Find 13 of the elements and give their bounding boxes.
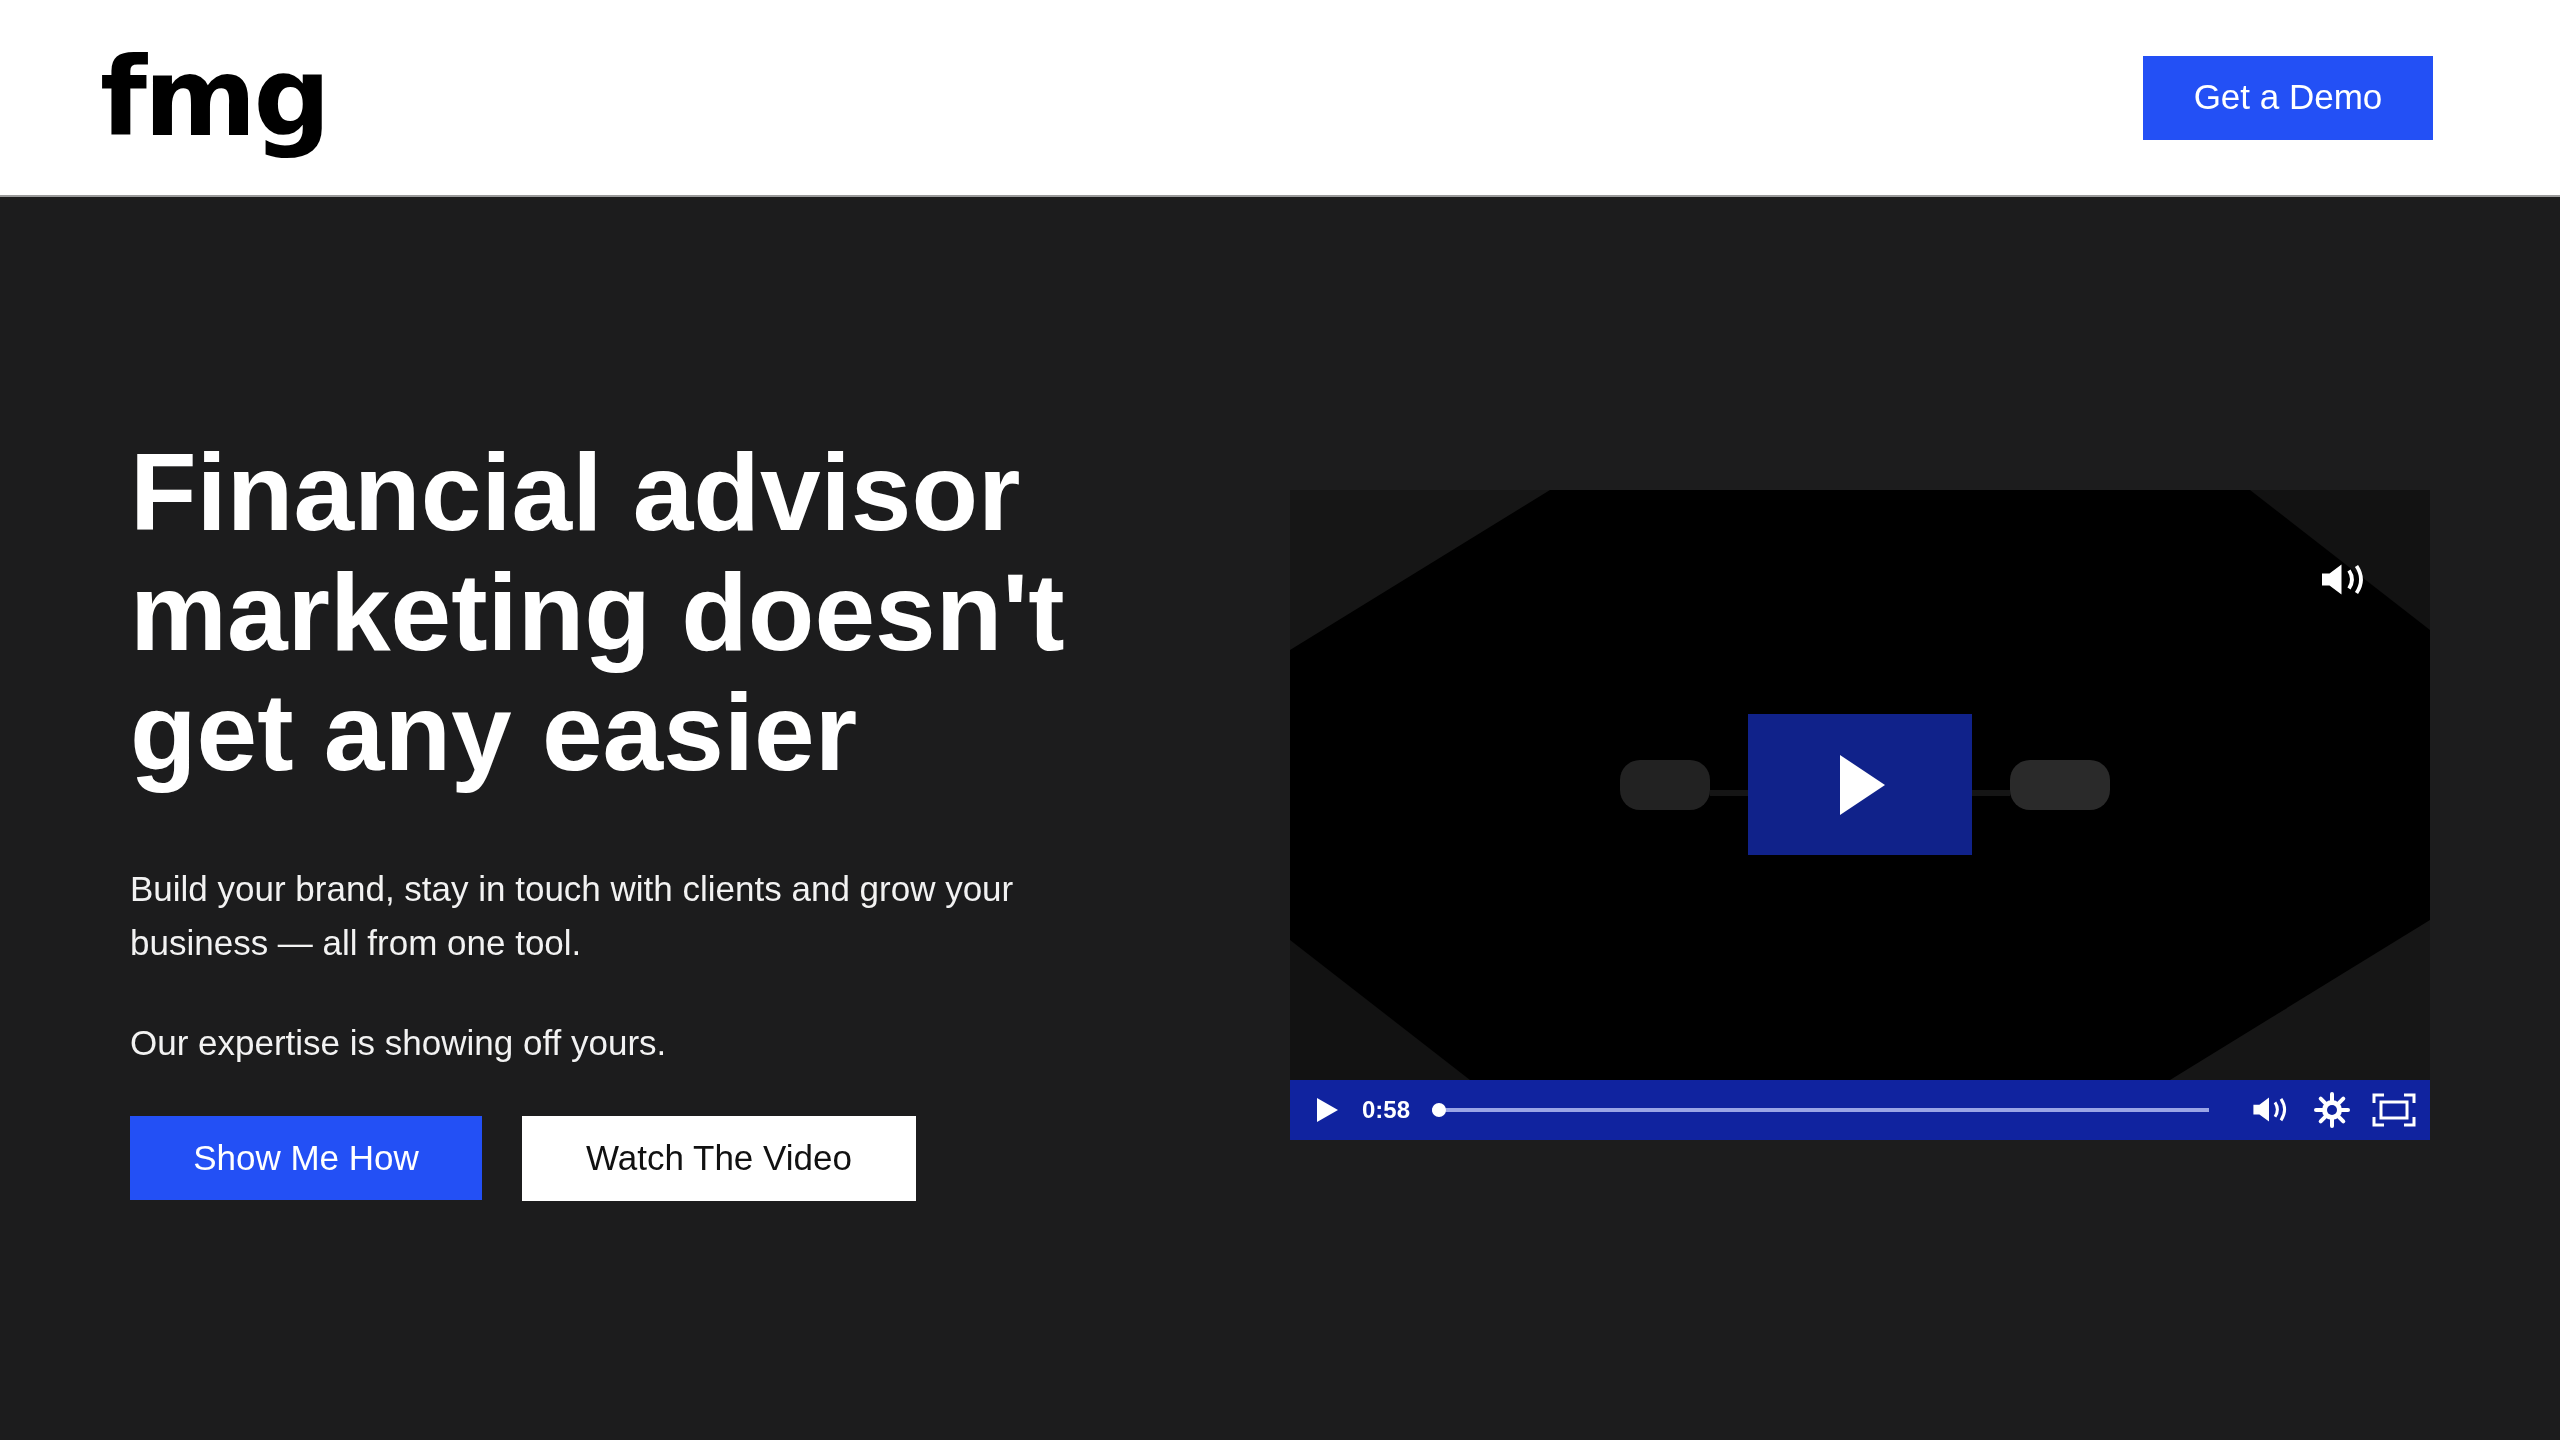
hero-text: Our expertise is showing off yours.	[130, 1022, 668, 1064]
get-demo-button[interactable]: Get a Demo	[2143, 55, 2433, 140]
watch-video-button[interactable]: Watch The Video	[522, 1116, 916, 1201]
settings-icon[interactable]	[2314, 1092, 2350, 1128]
show-me-how-button[interactable]: Show Me How	[130, 1116, 482, 1200]
hero-heading: Financial advisor marketing doesn't get any easier	[130, 432, 1066, 792]
hero-text: Build your brand, stay in touch with clients and grow your business — all from one tool.	[130, 868, 1015, 964]
video-time: 0:58	[1362, 1095, 1411, 1125]
logo[interactable]: fmg	[100, 30, 334, 165]
play-icon[interactable]	[1314, 1096, 1340, 1124]
progress-handle[interactable]	[1432, 1103, 1447, 1117]
fullscreen-icon[interactable]	[2372, 1093, 2416, 1127]
play-button[interactable]	[1748, 714, 1972, 855]
